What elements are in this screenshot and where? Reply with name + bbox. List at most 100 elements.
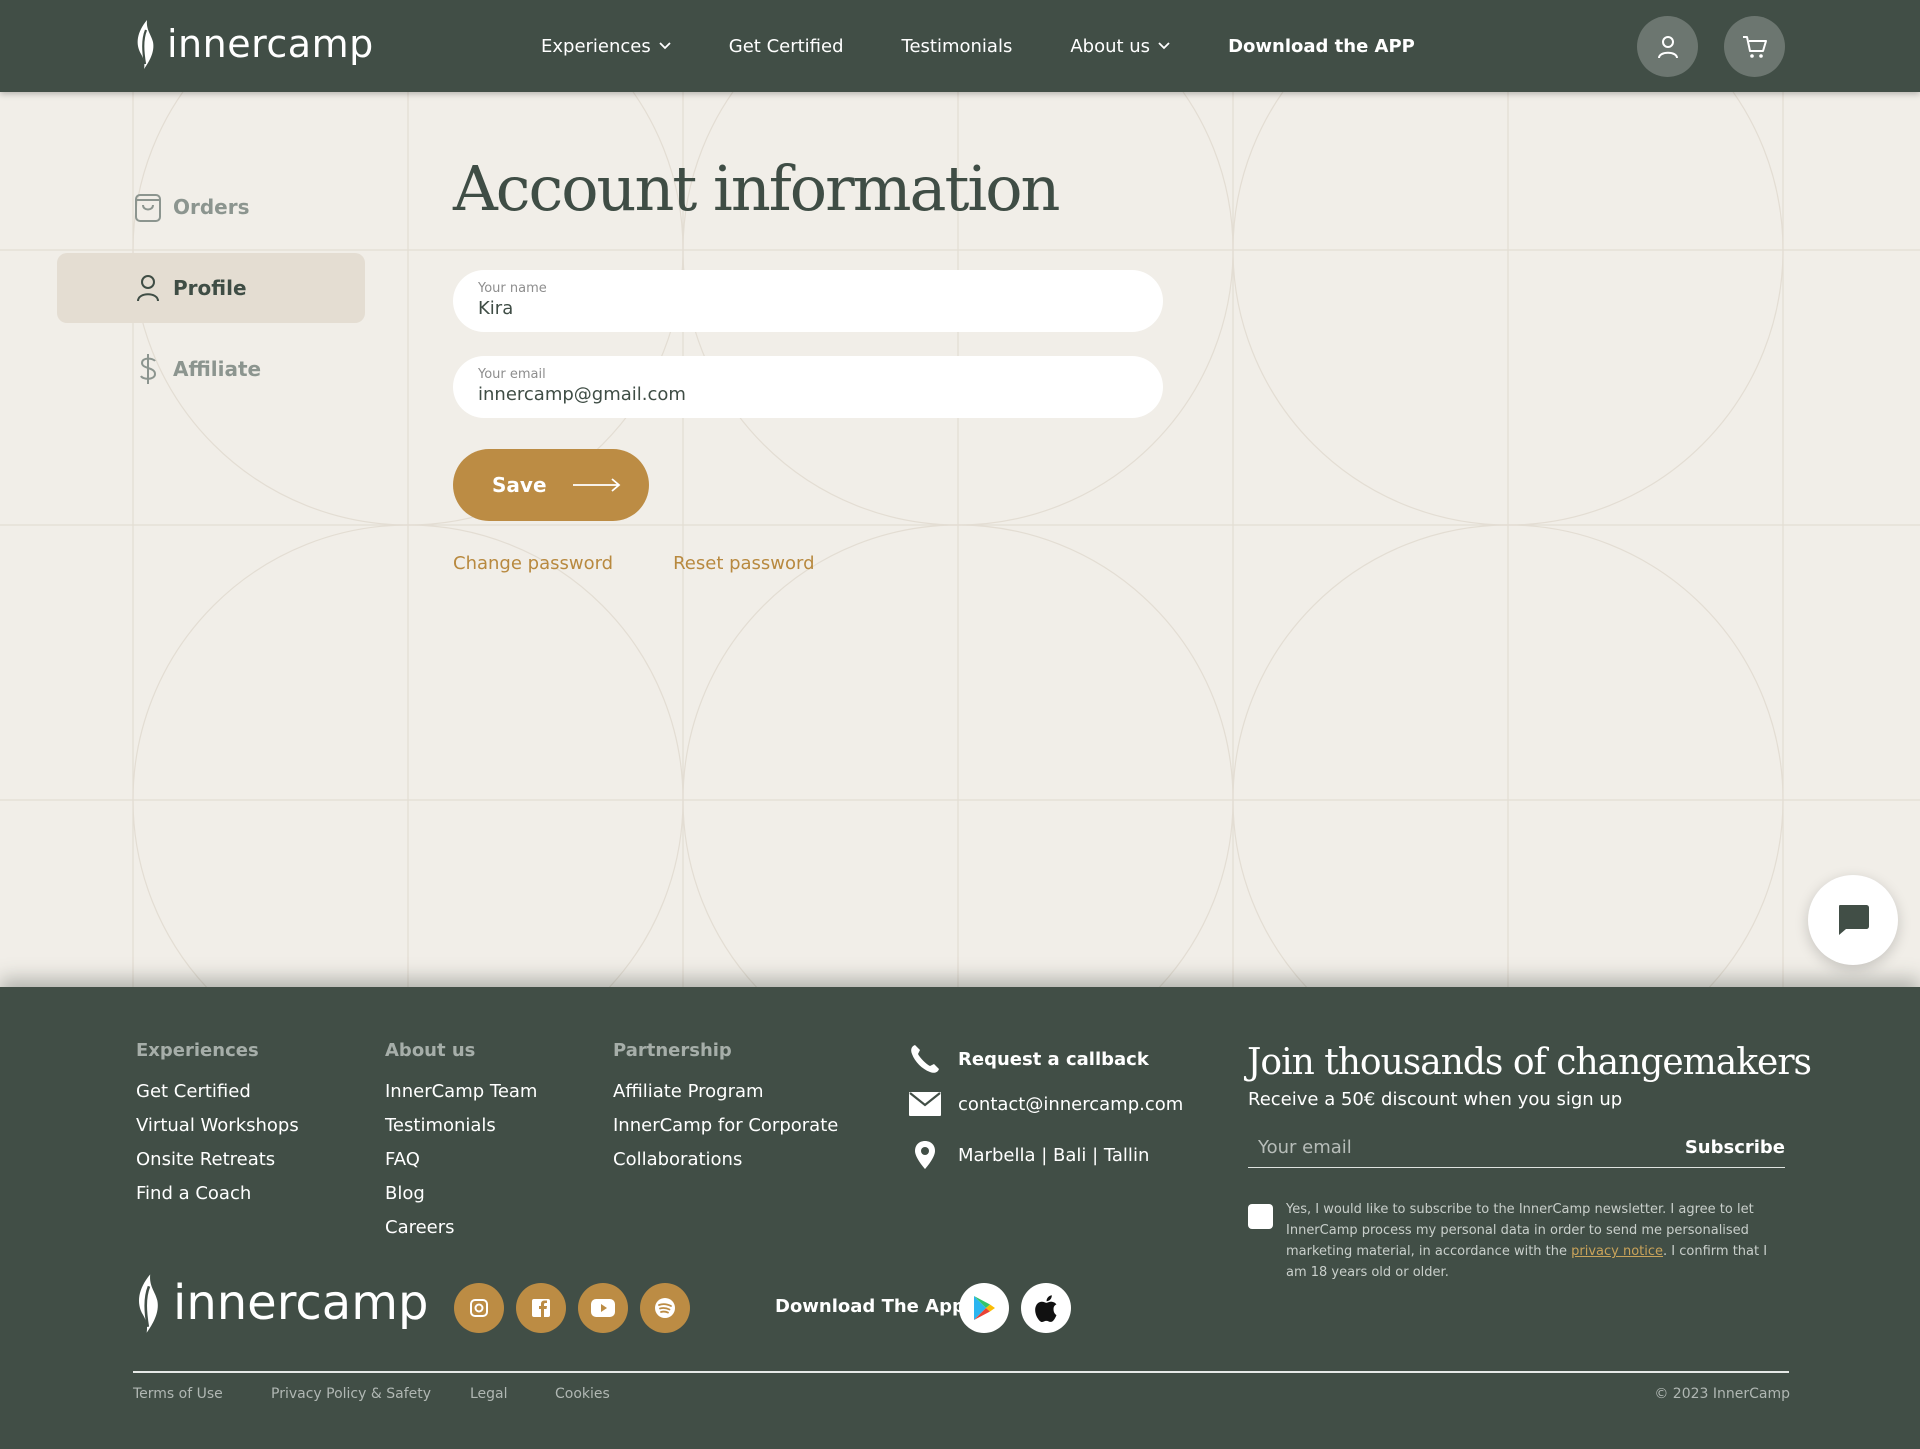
main-nav: Experiences Get Certified Testimonials A… [541, 0, 1415, 92]
chevron-down-icon [659, 42, 671, 50]
name-field-label: Your name [478, 280, 547, 296]
map-pin-icon [908, 1140, 942, 1170]
footer-link[interactable]: Onsite Retreats [136, 1143, 299, 1177]
newsletter-consent-checkbox[interactable] [1248, 1204, 1273, 1229]
email-field-value[interactable]: innercamp@gmail.com [478, 384, 1138, 405]
spotify-icon [655, 1298, 675, 1318]
footer-logo[interactable]: innercamp [133, 1272, 428, 1334]
contact-email-link[interactable]: contact@innercamp.com [908, 1092, 1183, 1116]
footer-link[interactable]: Testimonials [385, 1109, 537, 1143]
callback-label: Request a callback [958, 1048, 1149, 1070]
footer-link[interactable]: FAQ [385, 1143, 537, 1177]
user-icon [1657, 35, 1678, 58]
footer-link[interactable]: Blog [385, 1177, 537, 1211]
site-footer: Experiences Get Certified Virtual Worksh… [0, 987, 1920, 1449]
email-field-label: Your email [478, 366, 546, 382]
apple-icon [1035, 1295, 1057, 1322]
spotify-button[interactable] [640, 1283, 690, 1333]
locations: Marbella | Bali | Tallin [908, 1140, 1149, 1170]
arrow-right-icon [572, 477, 620, 492]
legal-link[interactable]: Legal [470, 1386, 508, 1402]
save-button[interactable]: Save [453, 448, 649, 521]
nav-about-us-label: About us [1070, 35, 1151, 57]
contact-email: contact@innercamp.com [958, 1093, 1184, 1115]
reset-password-link[interactable]: Reset password [673, 553, 814, 574]
facebook-icon [532, 1299, 550, 1317]
newsletter-email-placeholder: Your email [1258, 1137, 1352, 1158]
email-field[interactable]: Your email innercamp@gmail.com [453, 355, 1163, 418]
privacy-policy-link[interactable]: Privacy Policy & Safety [271, 1386, 431, 1402]
change-password-link[interactable]: Change password [453, 553, 613, 574]
phone-icon [908, 1043, 942, 1075]
footer-column-about: About us InnerCamp Team Testimonials FAQ… [385, 1040, 537, 1245]
nav-about-us[interactable]: About us [1070, 36, 1170, 57]
cart-icon [1742, 35, 1767, 58]
nav-testimonials-label: Testimonials [901, 35, 1013, 57]
cart-button[interactable] [1724, 16, 1785, 77]
footer-link[interactable]: Collaborations [613, 1143, 838, 1177]
name-field-value[interactable]: Kira [478, 298, 1138, 319]
instagram-icon [470, 1299, 488, 1317]
callback-link[interactable]: Request a callback [908, 1043, 1149, 1075]
nav-get-certified-label: Get Certified [728, 35, 844, 57]
sidebar-item-affiliate[interactable]: Affiliate [57, 334, 365, 404]
dollar-icon [133, 353, 163, 385]
newsletter-subtitle: Receive a 50€ discount when you sign up [1248, 1089, 1623, 1110]
footer-link[interactable]: Affiliate Program [613, 1075, 838, 1109]
brand-logo[interactable]: innercamp [133, 18, 374, 70]
chat-icon [1839, 905, 1869, 935]
name-field[interactable]: Your name Kira [453, 269, 1163, 332]
privacy-notice-link[interactable]: privacy notice [1571, 1244, 1663, 1259]
account-button[interactable] [1637, 16, 1698, 77]
copyright: © 2023 InnerCamp [1654, 1386, 1790, 1402]
nav-experiences[interactable]: Experiences [541, 36, 671, 57]
footer-link[interactable]: InnerCamp Team [385, 1075, 537, 1109]
facebook-button[interactable] [516, 1283, 566, 1333]
google-play-button[interactable] [959, 1283, 1009, 1333]
nav-download-app[interactable]: Download the APP [1228, 36, 1415, 57]
page-title: Account information [453, 152, 1060, 225]
footer-link[interactable]: Get Certified [136, 1075, 299, 1109]
google-play-icon [974, 1296, 995, 1320]
brand-wordmark: innercamp [167, 22, 374, 66]
footer-column-partnership: Partnership Affiliate Program InnerCamp … [613, 1040, 838, 1177]
youtube-button[interactable] [578, 1283, 628, 1333]
footer-link[interactable]: Careers [385, 1211, 537, 1245]
app-store-button[interactable] [1021, 1283, 1071, 1333]
sidebar-profile-label: Profile [173, 276, 247, 300]
terms-link[interactable]: Terms of Use [133, 1386, 223, 1402]
footer-link[interactable]: InnerCamp for Corporate [613, 1109, 838, 1143]
site-header: innercamp Experiences Get Certified Test… [0, 0, 1920, 92]
account-sidebar: Orders Profile Affiliate [57, 172, 365, 415]
download-app-label: Download The App [775, 1296, 965, 1317]
newsletter-email-input[interactable]: Your email Subscribe [1248, 1128, 1785, 1168]
save-button-label: Save [492, 472, 547, 497]
footer-link[interactable]: Find a Coach [136, 1177, 299, 1211]
footer-heading: About us [385, 1040, 476, 1061]
sidebar-item-orders[interactable]: Orders [57, 172, 365, 242]
nav-testimonials[interactable]: Testimonials [902, 36, 1013, 57]
cookies-link[interactable]: Cookies [555, 1386, 610, 1402]
footer-link[interactable]: Virtual Workshops [136, 1109, 299, 1143]
subscribe-button[interactable]: Subscribe [1685, 1137, 1785, 1158]
instagram-button[interactable] [454, 1283, 504, 1333]
sidebar-orders-label: Orders [173, 195, 250, 219]
account-main: Account information Your name Kira Your … [453, 150, 1213, 574]
nav-get-certified[interactable]: Get Certified [729, 36, 844, 57]
chevron-down-icon [1158, 42, 1170, 50]
footer-divider [133, 1371, 1789, 1373]
footer-wordmark: innercamp [173, 1275, 429, 1331]
locations-text: Marbella | Bali | Tallin [958, 1144, 1150, 1166]
leaf-logo-icon [139, 1274, 158, 1333]
nav-experiences-label: Experiences [541, 35, 651, 57]
footer-heading: Experiences [136, 1040, 259, 1061]
sidebar-item-profile[interactable]: Profile [57, 253, 365, 323]
youtube-icon [591, 1299, 615, 1317]
newsletter-consent-text: Yes, I would like to subscribe to the In… [1286, 1199, 1776, 1283]
chat-button[interactable] [1808, 875, 1898, 965]
footer-heading: Partnership [613, 1040, 732, 1061]
footer-column-experiences: Experiences Get Certified Virtual Worksh… [136, 1040, 299, 1211]
bag-icon [133, 191, 163, 223]
leaf-logo-icon [137, 20, 154, 69]
newsletter-title: Join thousands of changemakers [1247, 1042, 1812, 1083]
